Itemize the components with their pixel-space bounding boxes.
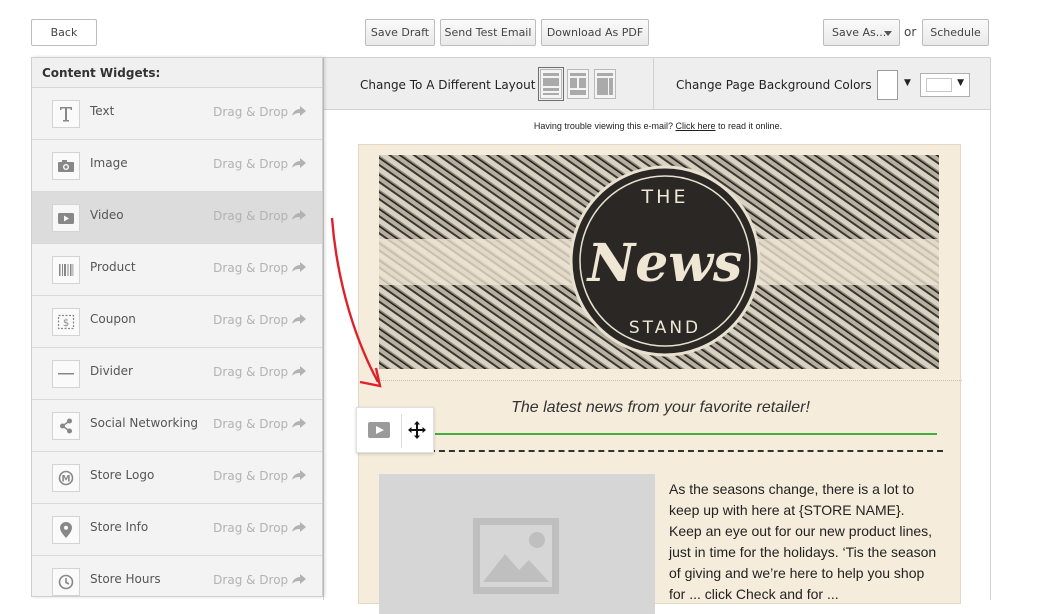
banner-news-text: News [586,233,743,294]
background-color-swatch [926,78,952,92]
share-arrow-icon [292,314,306,324]
layout-toolbar: Change To A Different Layout Change Page… [323,57,991,110]
camera-icon [52,152,80,180]
back-button[interactable]: Back [31,19,97,46]
share-arrow-icon [292,262,306,272]
handle-divider [401,414,402,448]
banner-the-text: THE [641,186,689,208]
widget-label: Coupon [90,312,136,326]
widget-text[interactable]: Text Drag & Drop [32,88,322,140]
layout-two-column-option[interactable] [567,69,589,99]
widget-product[interactable]: Product Drag & Drop [32,244,322,296]
widget-label: Product [90,260,136,274]
layout-sidebar-option[interactable] [594,69,616,99]
share-arrow-icon [292,158,306,168]
layout-label: Change To A Different Layout [360,78,536,92]
drag-drop-hint: Drag & Drop [213,365,306,379]
widget-video[interactable]: Video Drag & Drop [32,192,322,244]
chevron-down-icon [884,31,892,36]
chevron-down-icon[interactable]: ▼ [904,78,911,88]
widget-label: Store Hours [90,572,161,586]
share-arrow-icon [292,106,306,116]
clock-icon [52,568,80,596]
share-arrow-icon [292,210,306,220]
share-arrow-icon [292,522,306,532]
widget-label: Video [90,208,124,222]
divider-icon [52,360,80,388]
drag-drop-hint: Drag & Drop [213,261,306,275]
banner-image[interactable]: THE News STAND [379,155,939,369]
drop-indicator-line [435,433,937,435]
widget-social-networking[interactable]: Social Networking Drag & Drop [32,400,322,452]
widget-coupon[interactable]: $ Coupon Drag & Drop [32,296,322,348]
svg-text:$: $ [63,318,69,329]
map-pin-icon [52,516,80,544]
or-text: or [904,25,917,39]
drag-drop-hint: Drag & Drop [213,313,306,327]
content-widgets-title: Content Widgets: [32,58,322,88]
video-icon [52,204,80,232]
download-pdf-button[interactable]: Download As PDF [541,19,649,46]
widget-image[interactable]: Image Drag & Drop [32,140,322,192]
email-body-text[interactable]: As the seasons change, there is a lot to… [669,479,939,605]
drag-drop-hint: Drag & Drop [213,417,306,431]
drag-drop-hint: Drag & Drop [213,521,306,535]
save-as-dropdown[interactable]: Save As... [823,19,900,46]
drag-drop-hint: Drag & Drop [213,209,306,223]
email-canvas: Having trouble viewing this e-mail? Clic… [323,110,991,614]
drag-drop-hint: Drag & Drop [213,157,306,171]
image-placeholder-icon [473,518,559,594]
widget-label: Social Networking [90,416,199,430]
share-icon [52,412,80,440]
save-as-label: Save As... [832,26,887,39]
chevron-down-icon: ▼ [957,78,964,88]
video-icon [368,422,390,438]
logo-icon: M [52,464,80,492]
email-body: THE News STAND The latest news from your… [358,144,962,614]
schedule-button[interactable]: Schedule [922,19,989,46]
video-widget-drag-handle[interactable] [356,407,434,453]
background-color-picker[interactable]: ▼ [920,73,970,97]
share-arrow-icon [292,366,306,376]
svg-text:M: M [62,475,71,485]
widget-store-logo[interactable]: M Store Logo Drag & Drop [32,452,322,504]
drop-zone-guide [379,380,962,381]
widget-label: Divider [90,364,133,378]
click-here-link[interactable]: Click here [676,121,716,131]
view-online-notice: Having trouble viewing this e-mail? Clic… [533,121,783,131]
share-arrow-icon [292,574,306,584]
drag-drop-hint: Drag & Drop [213,573,306,587]
save-draft-button[interactable]: Save Draft [365,19,435,46]
widget-label: Text [90,104,115,118]
background-colors-label: Change Page Background Colors [676,78,872,92]
layout-single-column-option[interactable] [538,67,564,101]
email-tagline[interactable]: The latest news from your favorite retai… [359,399,962,417]
image-placeholder[interactable] [379,474,655,614]
share-arrow-icon [292,470,306,480]
barcode-icon [52,256,80,284]
move-icon [408,421,426,439]
drag-drop-hint: Drag & Drop [213,469,306,483]
widget-store-info[interactable]: Store Info Drag & Drop [32,504,322,556]
toolbar-divider [653,58,654,109]
widget-label: Image [90,156,128,170]
drag-drop-hint: Drag & Drop [213,105,306,119]
widget-divider[interactable]: Divider Drag & Drop [32,348,322,400]
content-widgets-panel: Content Widgets: Text Drag & Drop Image … [31,57,323,597]
widget-label: Store Logo [90,468,155,482]
send-test-email-button[interactable]: Send Test Email [440,19,536,46]
coupon-icon: $ [52,308,80,336]
text-icon [52,100,80,128]
widget-label: Store Info [90,520,149,534]
banner-stand-text: STAND [629,318,701,338]
share-arrow-icon [292,418,306,428]
dashed-divider [429,450,943,452]
page-color-swatch[interactable] [877,70,898,100]
